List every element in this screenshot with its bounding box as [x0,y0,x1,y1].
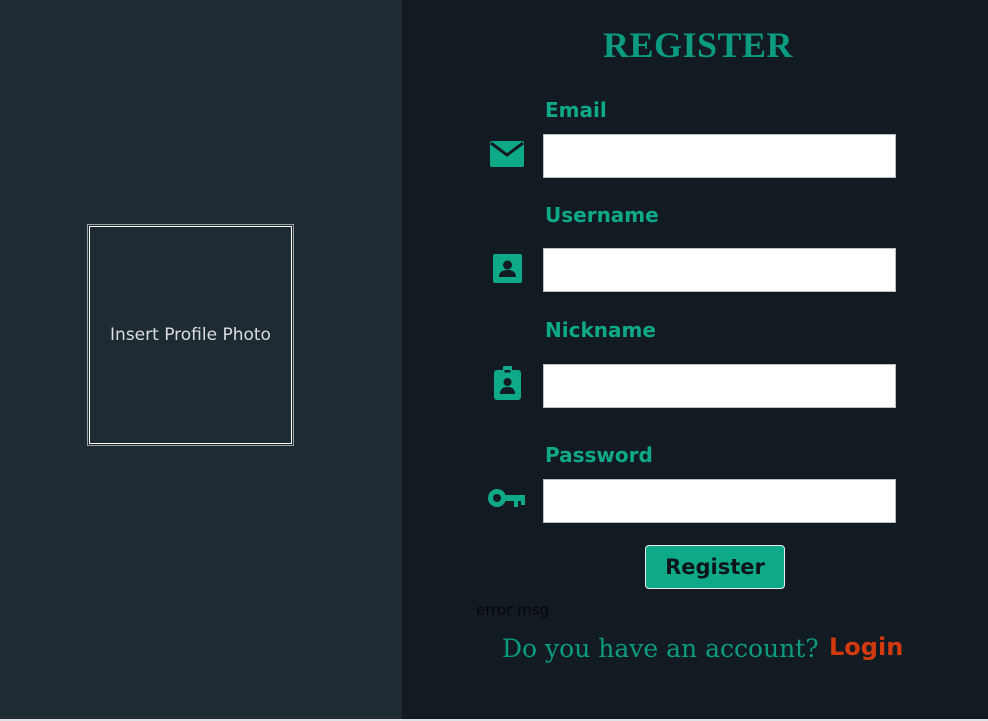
username-field[interactable] [543,248,896,292]
page-title: REGISTER [602,25,794,65]
register-button[interactable]: Register [645,545,785,589]
login-link[interactable]: Login [829,633,903,661]
nickname-field[interactable] [543,364,896,408]
username-label: Username [545,203,659,227]
envelope-icon [490,141,524,167]
email-label: Email [545,98,607,122]
password-field[interactable] [543,479,896,523]
error-message: error msg [476,601,550,619]
id-badge-icon [494,366,521,400]
nickname-label: Nickname [545,318,656,342]
account-question: Do you have an account? [502,634,819,663]
profile-photo-box[interactable]: Insert Profile Photo [87,224,294,446]
left-panel: Insert Profile Photo [0,0,402,719]
profile-photo-label: Insert Profile Photo [110,325,271,345]
password-label: Password [545,443,653,467]
contact-card-icon [493,254,522,283]
register-window: Insert Profile Photo REGISTER Email User… [0,0,988,721]
email-field[interactable] [543,134,896,178]
key-icon [488,489,525,507]
